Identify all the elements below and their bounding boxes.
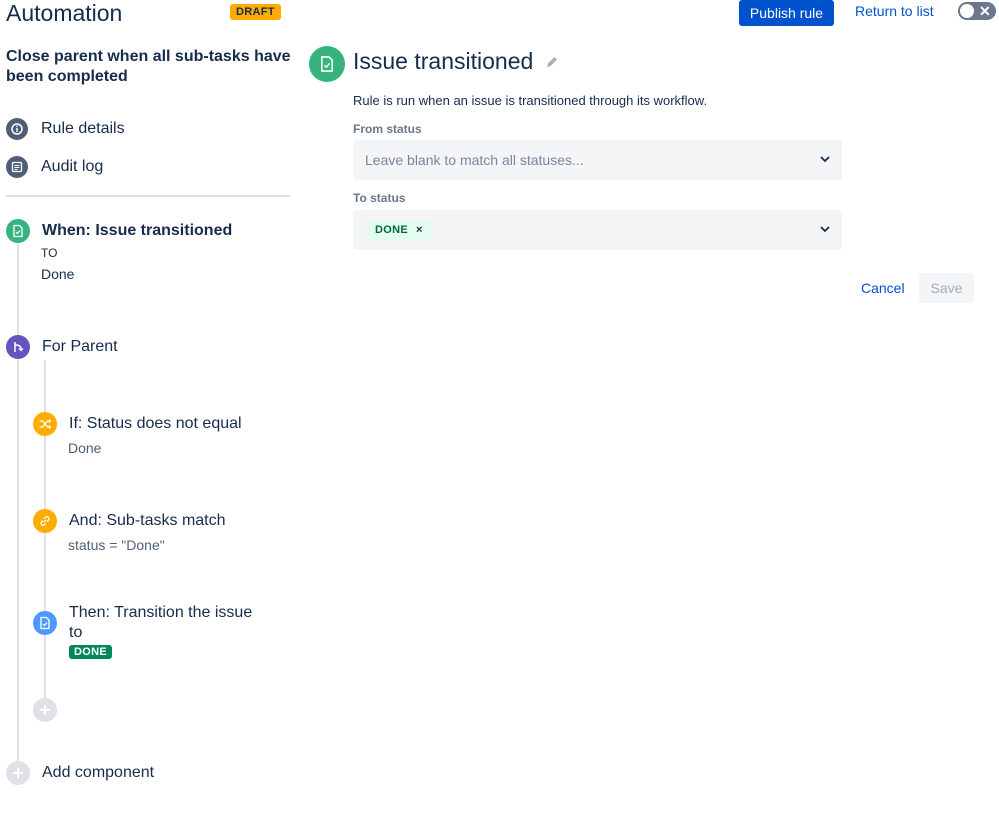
return-to-list-link[interactable]: Return to list (855, 3, 934, 19)
to-status-select[interactable]: DONE × (353, 210, 842, 250)
add-inner-component-icon[interactable] (33, 698, 57, 722)
condition-subtasks-title[interactable]: And: Sub-tasks match (69, 512, 226, 530)
done-lozenge: DONE (69, 645, 112, 659)
branch-step-title[interactable]: For Parent (42, 338, 118, 356)
issue-transitioned-icon (309, 46, 345, 82)
audit-log-link[interactable]: Audit log (6, 156, 103, 178)
rule-details-link[interactable]: Rule details (6, 118, 125, 140)
branch-icon[interactable] (6, 335, 30, 359)
sidebar-divider (6, 195, 290, 197)
remove-tag-icon[interactable]: × (416, 224, 423, 236)
toggle-knob (960, 4, 974, 18)
action-title-line1[interactable]: Then: Transition the issue (69, 604, 252, 622)
chevron-down-icon (820, 156, 830, 163)
shuffle-icon[interactable] (33, 412, 57, 436)
rule-enabled-toggle[interactable]: ✕ (958, 2, 996, 20)
to-status-tag-label: DONE (375, 224, 408, 236)
draft-badge: DRAFT (230, 4, 281, 20)
add-component-icon[interactable] (6, 761, 30, 785)
trigger-step-title[interactable]: When: Issue transitioned (42, 222, 232, 240)
app-title: Automation (6, 0, 123, 26)
pencil-icon[interactable] (545, 55, 559, 72)
rule-name: Close parent when all sub-tasks have bee… (6, 48, 291, 85)
from-status-placeholder: Leave blank to match all statuses... (365, 152, 584, 168)
audit-log-label: Audit log (41, 158, 104, 175)
chevron-down-icon (820, 226, 830, 233)
from-status-select[interactable]: Leave blank to match all statuses... (353, 140, 842, 180)
add-component-label[interactable]: Add component (42, 764, 154, 782)
list-icon (6, 156, 28, 178)
panel-description: Rule is run when an issue is transitione… (353, 93, 708, 108)
panel-title: Issue transitioned (353, 48, 534, 74)
condition-subtasks-sub: status = "Done" (68, 537, 165, 553)
to-status-label: To status (353, 191, 406, 205)
cancel-button[interactable]: Cancel (856, 280, 910, 296)
publish-rule-button[interactable]: Publish rule (739, 0, 834, 26)
condition-status-sub: Done (68, 440, 102, 456)
link-icon[interactable] (33, 509, 57, 533)
trigger-step-sub-status: Done (41, 266, 75, 282)
condition-status-title[interactable]: If: Status does not equal (69, 415, 242, 433)
main-timeline-line (17, 242, 19, 762)
from-status-label: From status (353, 122, 422, 136)
transition-icon[interactable] (33, 611, 57, 635)
trigger-step-sub-to: TO (41, 246, 58, 260)
trigger-icon[interactable] (6, 219, 30, 243)
save-button[interactable]: Save (919, 273, 974, 303)
to-status-tag: DONE × (367, 220, 431, 240)
action-title-line2[interactable]: to (69, 624, 82, 642)
rule-details-label: Rule details (41, 120, 125, 137)
info-icon (6, 118, 28, 140)
toggle-off-icon: ✕ (979, 3, 991, 19)
